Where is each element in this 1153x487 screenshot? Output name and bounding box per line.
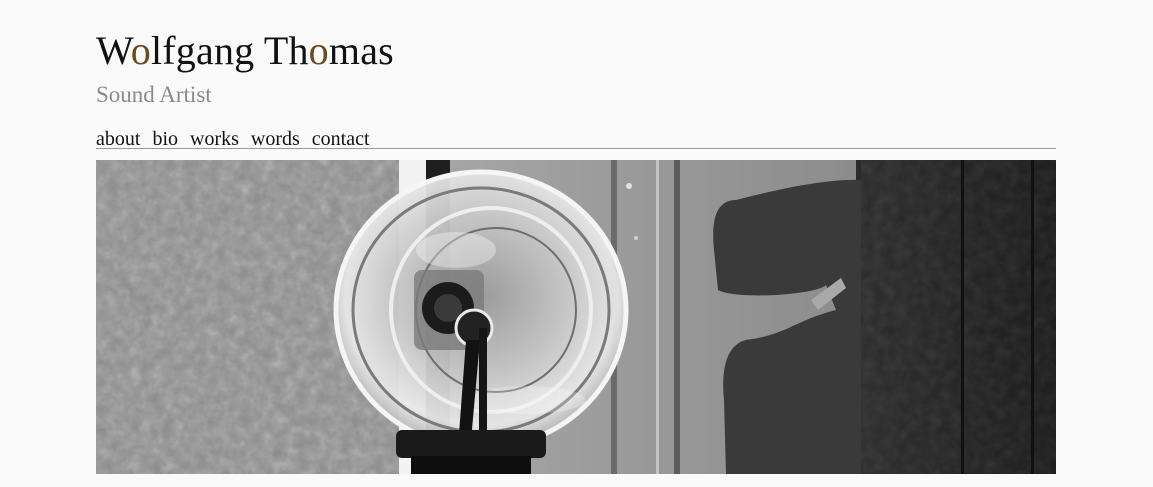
nav-link-words[interactable]: words: [251, 127, 300, 151]
nav-link-works[interactable]: works: [190, 127, 239, 151]
nav-link-contact[interactable]: contact: [312, 127, 370, 151]
hero-photo-image: [96, 160, 1056, 474]
page: Wolfgang Thomas Sound Artist about bio w…: [0, 0, 1153, 487]
hero-photo: [96, 160, 1056, 474]
nav-link-about[interactable]: about: [96, 127, 140, 151]
nav-link-bio[interactable]: bio: [152, 127, 178, 151]
title-accent-letter: o: [130, 28, 151, 73]
title-part: mas: [328, 28, 394, 73]
site-title[interactable]: Wolfgang Thomas: [96, 27, 394, 75]
title-part: W: [96, 28, 131, 73]
site-subtitle: Sound Artist: [96, 82, 212, 107]
title-part: lfgang Th: [150, 28, 309, 73]
main-nav: about bio works words contact: [96, 125, 1056, 151]
title-accent-letter: o: [308, 28, 329, 73]
